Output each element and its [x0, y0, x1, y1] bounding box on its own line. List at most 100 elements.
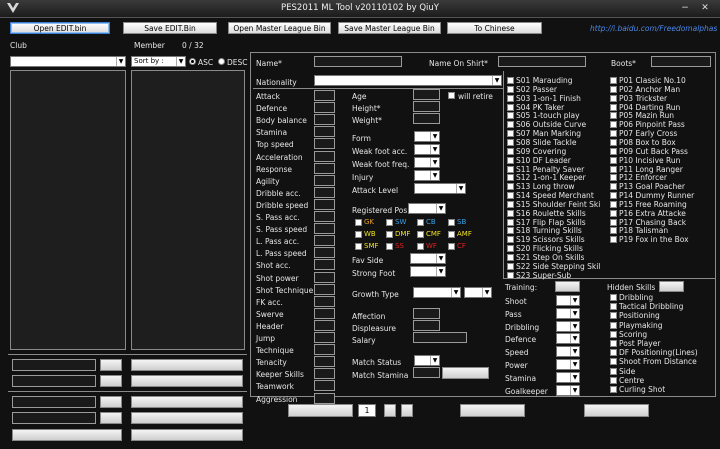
- skill-checkbox[interactable]: [507, 272, 514, 279]
- nationality-select[interactable]: ▼: [314, 75, 502, 86]
- position-checkbox[interactable]: [448, 243, 455, 250]
- stat-input[interactable]: [314, 332, 335, 343]
- right-button-4[interactable]: [131, 412, 243, 424]
- training-select[interactable]: ▼: [556, 333, 580, 344]
- style-checkbox[interactable]: [610, 112, 617, 119]
- displeasure-input[interactable]: [413, 320, 440, 331]
- position-checkbox[interactable]: [355, 243, 362, 250]
- registered-pos-select[interactable]: ▼: [408, 203, 446, 214]
- position-checkbox[interactable]: [417, 243, 424, 250]
- match-stamina-input[interactable]: [413, 367, 440, 378]
- skill-checkbox[interactable]: [507, 77, 514, 84]
- boots-input[interactable]: [651, 56, 711, 67]
- stat-input[interactable]: [314, 187, 335, 198]
- training-button[interactable]: [555, 281, 580, 292]
- stat-input[interactable]: [314, 138, 335, 149]
- hidden-skill-checkbox[interactable]: [610, 349, 617, 356]
- left-button-4[interactable]: [100, 412, 122, 424]
- hidden-skill-checkbox[interactable]: [610, 303, 617, 310]
- injury-select[interactable]: ▼: [414, 170, 440, 181]
- growth-subtype-select[interactable]: ▼: [464, 287, 492, 298]
- right-button-2[interactable]: [131, 375, 243, 387]
- club-list[interactable]: [10, 70, 126, 350]
- style-checkbox[interactable]: [610, 236, 617, 243]
- left-field-1[interactable]: [12, 359, 96, 371]
- skill-checkbox[interactable]: [507, 112, 514, 119]
- stat-input[interactable]: [314, 296, 335, 307]
- save-master-league-button[interactable]: Save Master League Bin: [338, 22, 441, 34]
- training-select[interactable]: ▼: [556, 372, 580, 383]
- stat-input[interactable]: [314, 126, 335, 137]
- skill-checkbox[interactable]: [507, 157, 514, 164]
- right-button-3[interactable]: [131, 396, 243, 408]
- position-checkbox[interactable]: [355, 231, 362, 238]
- salary-input[interactable]: [413, 332, 467, 343]
- skill-checkbox[interactable]: [507, 139, 514, 146]
- hidden-skill-checkbox[interactable]: [610, 386, 617, 393]
- match-status-select[interactable]: ▼: [414, 355, 440, 366]
- form-select[interactable]: ▼: [414, 131, 440, 142]
- style-checkbox[interactable]: [610, 183, 617, 190]
- minimize-icon[interactable]: −: [680, 3, 690, 13]
- left-button-2[interactable]: [100, 375, 122, 387]
- style-checkbox[interactable]: [610, 210, 617, 217]
- action-button-b[interactable]: [584, 404, 649, 417]
- hidden-skill-checkbox[interactable]: [610, 322, 617, 329]
- save-edit-button[interactable]: Save EDIT.Bin: [123, 22, 217, 34]
- position-checkbox[interactable]: [355, 219, 362, 226]
- skill-checkbox[interactable]: [507, 210, 514, 217]
- stat-input[interactable]: [314, 247, 335, 258]
- stat-input[interactable]: [314, 393, 335, 404]
- style-checkbox[interactable]: [610, 148, 617, 155]
- desc-radio[interactable]: [218, 58, 225, 65]
- skill-checkbox[interactable]: [507, 174, 514, 181]
- will-retire-checkbox[interactable]: [448, 92, 455, 99]
- stat-input[interactable]: [314, 90, 335, 101]
- page-button-b[interactable]: [401, 404, 413, 417]
- skill-checkbox[interactable]: [507, 166, 514, 173]
- open-master-league-button[interactable]: Open Master League Bin: [228, 22, 331, 34]
- style-checkbox[interactable]: [610, 227, 617, 234]
- style-checkbox[interactable]: [610, 174, 617, 181]
- action-button-a[interactable]: [460, 404, 525, 417]
- style-checkbox[interactable]: [610, 157, 617, 164]
- skill-checkbox[interactable]: [507, 121, 514, 128]
- style-checkbox[interactable]: [610, 219, 617, 226]
- left-field-3[interactable]: [12, 396, 96, 408]
- left-button-3[interactable]: [100, 396, 122, 408]
- style-checkbox[interactable]: [610, 77, 617, 84]
- style-checkbox[interactable]: [610, 139, 617, 146]
- stat-input[interactable]: [314, 380, 335, 391]
- left-button-5[interactable]: [12, 429, 122, 441]
- right-button-1[interactable]: [131, 359, 243, 371]
- left-field-4[interactable]: [12, 412, 96, 424]
- left-button-1[interactable]: [100, 359, 122, 371]
- close-icon[interactable]: ✕: [700, 3, 710, 13]
- training-select[interactable]: ▼: [556, 295, 580, 306]
- stat-input[interactable]: [314, 175, 335, 186]
- skill-checkbox[interactable]: [507, 192, 514, 199]
- training-select[interactable]: ▼: [556, 346, 580, 357]
- right-button-5[interactable]: [131, 429, 243, 441]
- position-checkbox[interactable]: [417, 219, 424, 226]
- stat-input[interactable]: [314, 151, 335, 162]
- stat-input[interactable]: [314, 259, 335, 270]
- name-on-shirt-input[interactable]: [498, 56, 586, 67]
- left-field-2[interactable]: [12, 375, 96, 387]
- hidden-skill-checkbox[interactable]: [610, 340, 617, 347]
- fav-side-select[interactable]: ▼: [410, 253, 446, 264]
- match-stamina-button[interactable]: [442, 367, 489, 379]
- stat-input[interactable]: [314, 308, 335, 319]
- skill-checkbox[interactable]: [507, 104, 514, 111]
- style-checkbox[interactable]: [610, 86, 617, 93]
- skill-checkbox[interactable]: [507, 130, 514, 137]
- sort-select[interactable]: Sort by :▼: [131, 56, 186, 67]
- training-select[interactable]: ▼: [556, 308, 580, 319]
- stat-input[interactable]: [314, 199, 335, 210]
- training-select[interactable]: ▼: [556, 321, 580, 332]
- position-checkbox[interactable]: [386, 243, 393, 250]
- hidden-skill-checkbox[interactable]: [610, 294, 617, 301]
- affection-input[interactable]: [413, 308, 440, 319]
- position-checkbox[interactable]: [386, 231, 393, 238]
- weight-input[interactable]: [413, 113, 440, 124]
